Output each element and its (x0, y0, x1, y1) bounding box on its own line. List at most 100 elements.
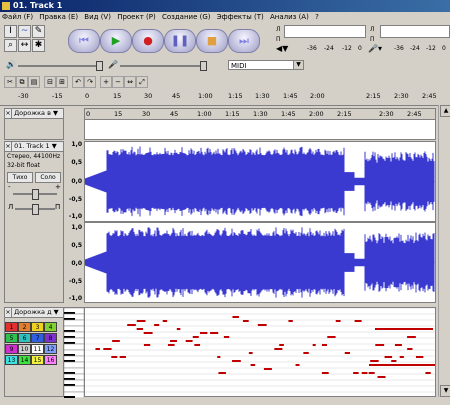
play-button[interactable]: ▶ (100, 29, 132, 53)
midi-channel-button[interactable]: 8 (44, 333, 57, 343)
scale-bot-5: -1,0 (69, 295, 82, 302)
midi-note (127, 324, 136, 326)
audio-track-panel[interactable]: × 01. Track 1 ▼ Стерео, 44100Hz 32-bit f… (4, 141, 64, 303)
menu-project[interactable]: Проект (P) (115, 12, 158, 23)
zoom-out-icon[interactable]: − (112, 76, 124, 88)
midi-channel-button[interactable]: 5 (5, 333, 18, 343)
input-volume-thumb[interactable] (200, 61, 207, 71)
close-icon[interactable]: × (5, 308, 12, 317)
trim-icon[interactable]: ⊟ (44, 76, 56, 88)
label-track-area[interactable]: 0 15 30 45 1:00 1:15 1:30 1:45 2:00 2:15… (84, 108, 436, 140)
note-track-header[interactable]: × Дорожка д ▼ (5, 308, 63, 318)
skip-to-start-button[interactable]: ⏮ (68, 29, 100, 53)
scroll-down-icon[interactable]: ▼ (440, 385, 450, 397)
note-track-area[interactable] (84, 307, 436, 397)
midi-channel-button[interactable]: 3 (31, 322, 44, 332)
fit-selection-icon[interactable]: ⇔ (124, 76, 136, 88)
redo-icon[interactable]: ↷ (84, 76, 96, 88)
midi-note (217, 356, 220, 358)
audio-track-header[interactable]: × 01. Track 1 ▼ (5, 142, 63, 152)
midi-channel-button[interactable]: 6 (18, 333, 31, 343)
pause-button[interactable]: ❚❚ (164, 29, 196, 53)
cut-icon[interactable]: ✂ (4, 76, 16, 88)
midi-channel-button[interactable]: 12 (44, 344, 57, 354)
midi-channel-button[interactable]: 2 (18, 322, 31, 332)
menu-effects[interactable]: Эффекты (T) (215, 12, 266, 23)
ruler-tick: 2:45 (422, 92, 437, 100)
waveform-right-channel[interactable] (84, 222, 436, 303)
menu-analyze[interactable]: Анализ (A) (268, 12, 311, 23)
record-meter-left (380, 25, 450, 38)
midi-channel-button[interactable]: 1 (5, 322, 18, 332)
midi-channel-button[interactable]: 9 (5, 344, 18, 354)
label-ruler-tick: 2:30 (379, 110, 394, 118)
menu-help[interactable]: ? (313, 12, 321, 23)
solo-button[interactable]: Соло (35, 172, 61, 183)
vertical-scrollbar[interactable]: ▲ ▼ (438, 105, 450, 397)
audio-track-bitdepth: 32-bit float (7, 162, 40, 169)
close-icon[interactable]: × (5, 142, 12, 151)
label-track-header[interactable]: × Дорожка в ▼ (5, 109, 63, 119)
midi-channel-button[interactable]: 4 (44, 322, 57, 332)
label-ruler-tick: 1:00 (197, 110, 212, 118)
midi-channel-button[interactable]: 14 (18, 355, 31, 365)
midi-channel-button[interactable]: 13 (5, 355, 18, 365)
silence-icon[interactable]: ⊞ (56, 76, 68, 88)
playback-volume-slider[interactable] (18, 65, 98, 67)
piano-keyboard (64, 307, 84, 398)
timeline-ruler[interactable]: -30 -15 0 15 30 45 1:00 1:15 1:30 1:45 2… (0, 90, 450, 106)
midi-note (263, 324, 266, 326)
stop-button[interactable]: ■ (196, 29, 228, 53)
gain-plus-label: + (55, 183, 61, 191)
midi-channel-button[interactable]: 10 (18, 344, 31, 354)
speaker-icon[interactable]: ◀▼ (276, 44, 288, 53)
fit-project-icon[interactable]: ⤢ (136, 76, 148, 88)
label-track-panel[interactable]: × Дорожка в ▼ (4, 108, 64, 140)
waveform-right-svg (85, 223, 435, 302)
scale-top-1: 1,0 (71, 141, 82, 148)
gain-slider-thumb[interactable] (32, 189, 39, 200)
zoom-tool-icon[interactable]: ⌕ (4, 39, 17, 52)
multi-tool-icon[interactable]: ✱ (32, 39, 45, 52)
scroll-up-icon[interactable]: ▲ (440, 105, 450, 117)
paste-icon[interactable]: ▤ (28, 76, 40, 88)
menu-edit[interactable]: Правка (E) (37, 12, 80, 23)
input-volume-slider[interactable] (120, 65, 200, 67)
selection-tool-icon[interactable]: I (4, 25, 17, 38)
envelope-tool-icon[interactable]: ~ (18, 25, 31, 38)
undo-icon[interactable]: ↶ (72, 76, 84, 88)
microphone-icon[interactable]: 🎤▾ (368, 44, 382, 53)
record-button[interactable]: ● (132, 29, 164, 53)
midi-note (353, 372, 359, 374)
skip-to-end-button[interactable]: ⏭ (228, 29, 260, 53)
mute-button[interactable]: Тихо (7, 172, 33, 183)
ruler-tick: 1:15 (228, 92, 243, 100)
midi-note (375, 328, 433, 330)
chevron-down-icon[interactable]: ▼ (293, 61, 303, 69)
audio-track-name[interactable]: 01. Track 1 (14, 142, 50, 150)
menu-view[interactable]: Вид (V) (82, 12, 113, 23)
midi-channel-button[interactable]: 11 (31, 344, 44, 354)
midi-channel-button[interactable]: 15 (31, 355, 44, 365)
timeshift-tool-icon[interactable]: ↔ (18, 39, 31, 52)
menu-generate[interactable]: Создание (G) (160, 12, 213, 23)
note-track-name[interactable]: Дорожка д (14, 308, 51, 316)
midi-note (137, 320, 146, 322)
midi-channel-button[interactable]: 16 (44, 355, 57, 365)
midi-note (313, 344, 316, 346)
close-icon[interactable]: × (5, 109, 12, 118)
copy-icon[interactable]: ⧉ (16, 76, 28, 88)
menu-file[interactable]: Файл (F) (0, 12, 35, 23)
playback-volume-thumb[interactable] (96, 61, 103, 71)
scale-bot-4: -0,5 (69, 278, 82, 285)
draw-tool-icon[interactable]: ✎ (32, 25, 45, 38)
midi-note (232, 360, 241, 362)
label-track-name[interactable]: Дорожка в (14, 109, 51, 117)
midi-channel-grid[interactable]: 1 2 3 4 5 6 7 8 9 10 11 12 13 14 15 16 (5, 322, 61, 366)
waveform-left-channel[interactable] (84, 141, 436, 222)
midi-device-select[interactable]: MIDI ▼ (228, 60, 304, 70)
pan-slider-thumb[interactable] (32, 204, 39, 215)
midi-channel-button[interactable]: 7 (31, 333, 44, 343)
midi-note (251, 364, 256, 366)
zoom-in-icon[interactable]: + (100, 76, 112, 88)
